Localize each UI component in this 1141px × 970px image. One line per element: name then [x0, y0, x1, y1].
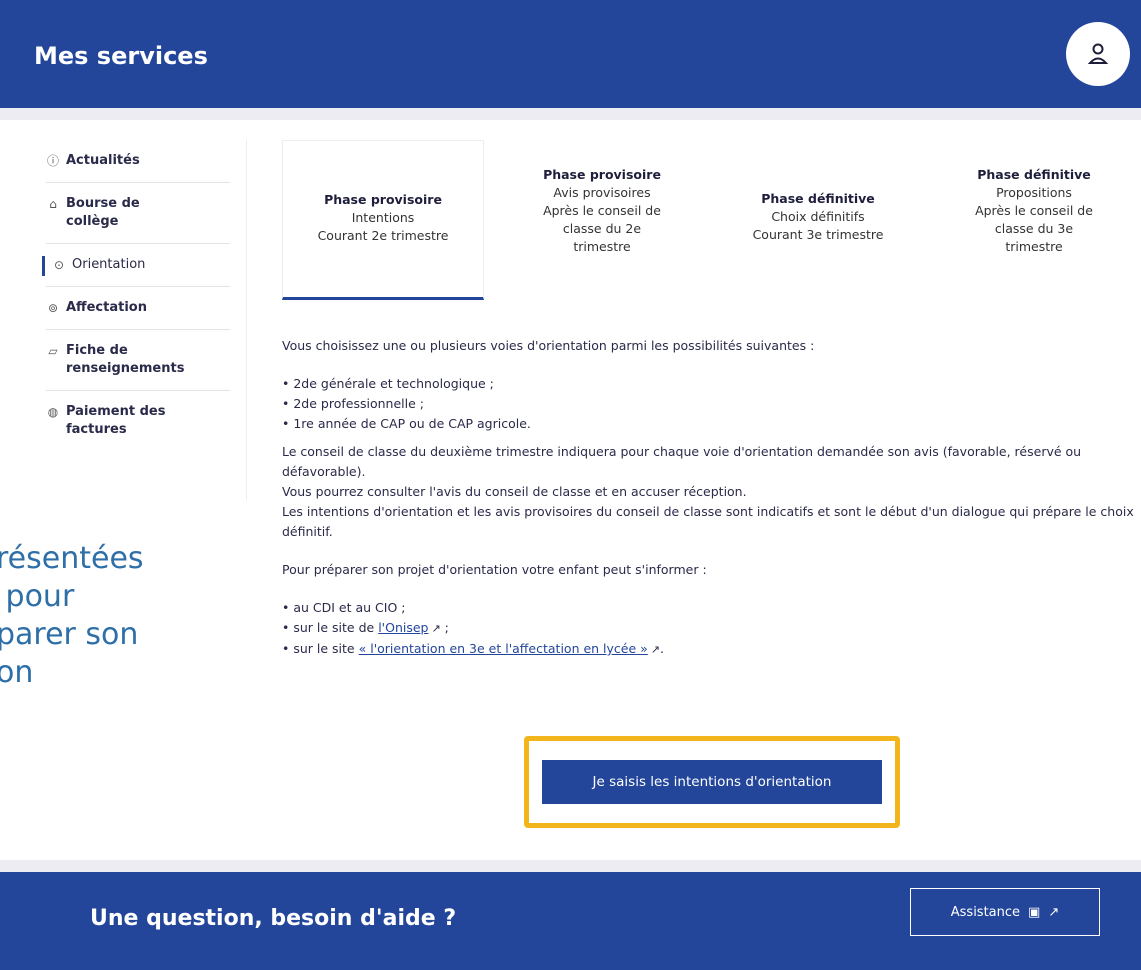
- paragraph: Les intentions d'orientation et les avis…: [282, 504, 1134, 539]
- compass-icon: ⊙: [53, 258, 65, 272]
- tab-phase-intentions[interactable]: Phase provisoire Intentions Courant 2e t…: [282, 140, 484, 300]
- tab-title: Phase définitive: [761, 191, 875, 206]
- overlay-line: pour: [0, 579, 75, 614]
- intro-text: Vous choisissez une ou plusieurs voies d…: [282, 338, 815, 353]
- footer-title: Une question, besoin d'aide ?: [90, 906, 457, 931]
- active-indicator: [42, 256, 45, 276]
- sidebar-item-fiche[interactable]: ▱ Fiche de renseignements: [46, 330, 230, 391]
- tab-line: classe du 2e trimestre: [562, 221, 642, 254]
- info-list: au CDI et au CIO ; sur le site de l'Onis…: [282, 598, 1141, 660]
- header-separator: [0, 108, 1141, 120]
- sidebar-item-orientation[interactable]: ⊙ Orientation: [42, 244, 230, 287]
- helpdesk-icon: ▣: [1028, 904, 1041, 920]
- tab-line: Après le conseil de: [975, 203, 1093, 218]
- tab-line: Après le conseil de: [543, 203, 661, 218]
- overlay-line: parer son: [0, 617, 139, 652]
- info-circle-icon: ⓘ: [46, 154, 59, 168]
- assistance-label: Assistance: [950, 904, 1021, 920]
- sidebar-item-label: Affectation: [66, 300, 147, 315]
- list-item-text: ;: [440, 620, 449, 635]
- sidebar-divider: [246, 140, 247, 500]
- sidebar-item-paiement[interactable]: ◍ Paiement des factures: [46, 391, 230, 451]
- overlay-line: on: [0, 655, 34, 690]
- phase-tabs: Phase provisoire Intentions Courant 2e t…: [282, 140, 1141, 300]
- list-item-text: sur le site de: [293, 620, 379, 635]
- onisep-link[interactable]: l'Onisep: [378, 620, 428, 635]
- overlay-line: résentées: [0, 541, 144, 576]
- tab-line: Avis provisoires: [553, 185, 651, 200]
- external-link-icon: ↗: [1048, 904, 1060, 920]
- document-icon: ▱: [48, 344, 58, 358]
- school-icon: ⌂: [49, 197, 57, 211]
- account-button[interactable]: [1066, 22, 1130, 86]
- tab-line: Propositions: [996, 185, 1072, 200]
- sidebar-item-label: Paiement des factures: [66, 404, 166, 437]
- tab-title: Phase provisoire: [543, 167, 661, 182]
- orientation-site-link[interactable]: « l'orientation en 3e et l'affectation e…: [359, 641, 648, 656]
- page-title: Mes services: [34, 42, 208, 70]
- sidebar-item-actualites[interactable]: ⓘ Actualités: [46, 140, 230, 183]
- sidebar-item-bourse[interactable]: ⌂ Bourse de collège: [46, 183, 230, 244]
- list-item-text: sur le site: [293, 641, 359, 656]
- list-item: au CDI et au CIO ;: [282, 598, 1141, 618]
- assistance-button[interactable]: Assistance ▣ ↗: [910, 888, 1100, 936]
- prepare-text: Pour préparer son projet d'orientation v…: [282, 562, 707, 577]
- list-item: 2de professionnelle ;: [282, 394, 1141, 414]
- tab-line: Intentions: [351, 210, 415, 225]
- list-item: sur le site « l'orientation en 3e et l'a…: [282, 639, 1141, 660]
- tab-line: Courant 3e trimestre: [752, 227, 884, 242]
- tab-phase-propositions[interactable]: Phase définitive Propositions Après le c…: [934, 166, 1134, 256]
- list-item: 1re année de CAP ou de CAP agricole.: [282, 414, 1141, 434]
- tab-title: Phase provisoire: [324, 192, 442, 207]
- tab-line: Choix définitifs: [771, 209, 865, 224]
- sidebar-nav: ⓘ Actualités ⌂ Bourse de collège ⊙ Orien…: [42, 140, 230, 451]
- tab-line: Courant 2e trimestre: [317, 228, 449, 243]
- sidebar-item-label: Orientation: [72, 257, 146, 272]
- user-icon: [1087, 43, 1109, 64]
- external-link-icon: ↗: [431, 622, 441, 635]
- slide-overlay-text: résentées pour parer son on: [0, 540, 144, 692]
- tab-line: classe du 3e trimestre: [994, 221, 1074, 254]
- tab-title: Phase définitive: [977, 167, 1091, 182]
- list-item-text: .: [660, 641, 664, 656]
- sidebar-item-affectation[interactable]: ⊚ Affectation: [46, 287, 230, 330]
- options-list: 2de générale et technologique ; 2de prof…: [282, 374, 1141, 434]
- list-item: 2de générale et technologique ;: [282, 374, 1141, 394]
- orientation-content: Vous choisissez une ou plusieurs voies d…: [282, 336, 1141, 660]
- sidebar-item-label: Bourse de collège: [66, 196, 140, 229]
- footer-separator: [0, 860, 1141, 872]
- list-item: sur le site de l'Onisep↗ ;: [282, 618, 1141, 639]
- tab-phase-avis[interactable]: Phase provisoire Avis provisoires Après …: [502, 166, 702, 256]
- pin-icon: ⊚: [47, 301, 59, 315]
- paragraph: Vous pourrez consulter l'avis du conseil…: [282, 484, 747, 499]
- paragraph: Le conseil de classe du deuxième trimest…: [282, 444, 1082, 479]
- card-icon: ◍: [47, 405, 59, 419]
- tab-phase-choix[interactable]: Phase définitive Choix définitifs Couran…: [718, 190, 918, 244]
- external-link-icon: ↗: [650, 643, 661, 656]
- sidebar-item-label: Fiche de renseignements: [66, 343, 185, 376]
- submit-intentions-button[interactable]: Je saisis les intentions d'orientation: [542, 760, 882, 804]
- header-bar: Mes services: [0, 0, 1141, 108]
- sidebar-item-label: Actualités: [66, 153, 140, 168]
